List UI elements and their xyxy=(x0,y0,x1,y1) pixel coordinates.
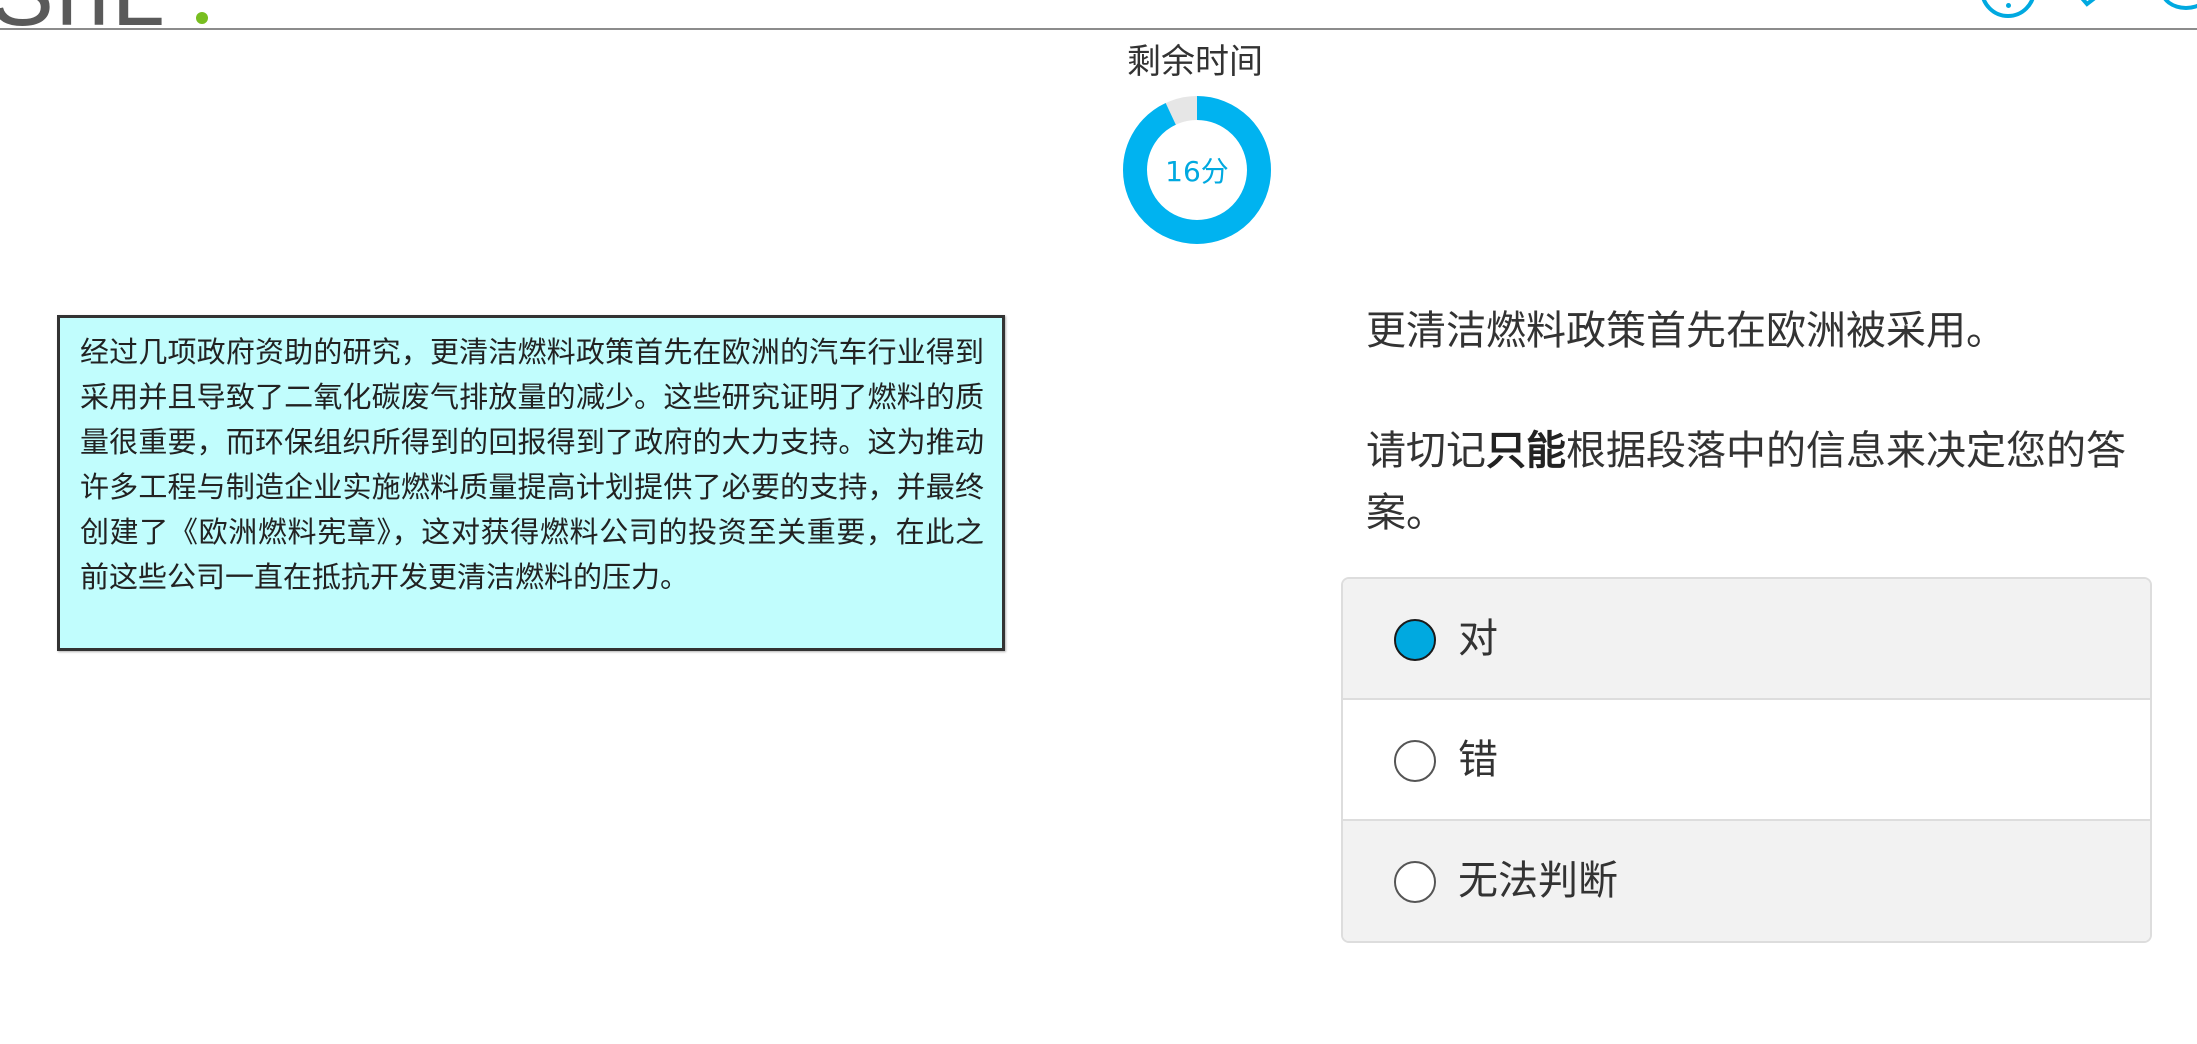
assessment-page: ShL 剩余时间 16分 经过几项政府资助的研究，更清洁燃料政策首先在欧洲的汽车… xyxy=(0,0,2197,1044)
brand-logo: ShL xyxy=(0,0,167,41)
radio-true[interactable] xyxy=(1394,619,1436,661)
radio-cannot-say[interactable] xyxy=(1394,861,1436,903)
question-instruction: 请切记只能根据段落中的信息来决定您的答案。 xyxy=(1366,420,2156,544)
help-icon-dot xyxy=(2005,3,2011,8)
instruction-emphasis: 只能 xyxy=(1486,428,1566,474)
passage-box: 经过几项政府资助的研究，更清洁燃料政策首先在欧洲的汽车行业得到采用并且导致了二氧… xyxy=(57,315,1005,651)
radio-false[interactable] xyxy=(1394,740,1436,782)
passage-text: 经过几项政府资助的研究，更清洁燃料政策首先在欧洲的汽车行业得到采用并且导致了二氧… xyxy=(80,335,984,594)
brand-logo-dot xyxy=(196,12,208,24)
option-cannot-say[interactable]: 无法判断 xyxy=(1343,821,2150,941)
answer-options: 对 错 无法判断 xyxy=(1341,577,2152,943)
checkmark-icon[interactable] xyxy=(2078,0,2102,8)
instruction-text-before: 请切记 xyxy=(1366,428,1486,474)
option-label-false: 错 xyxy=(1458,737,1498,783)
timer-label: 剩余时间 xyxy=(1127,42,1263,82)
option-false[interactable]: 错 xyxy=(1343,700,2150,821)
option-label-cannot-say: 无法判断 xyxy=(1458,858,1618,904)
question-statement: 更清洁燃料政策首先在欧洲被采用。 xyxy=(1366,308,2006,354)
option-label-true: 对 xyxy=(1458,616,1498,662)
circle-icon[interactable] xyxy=(2160,0,2197,10)
header-bar: ShL xyxy=(0,0,2197,41)
timer-value: 16分 xyxy=(1165,155,1229,188)
help-icon[interactable] xyxy=(1980,0,2036,18)
option-true[interactable]: 对 xyxy=(1343,579,2150,700)
